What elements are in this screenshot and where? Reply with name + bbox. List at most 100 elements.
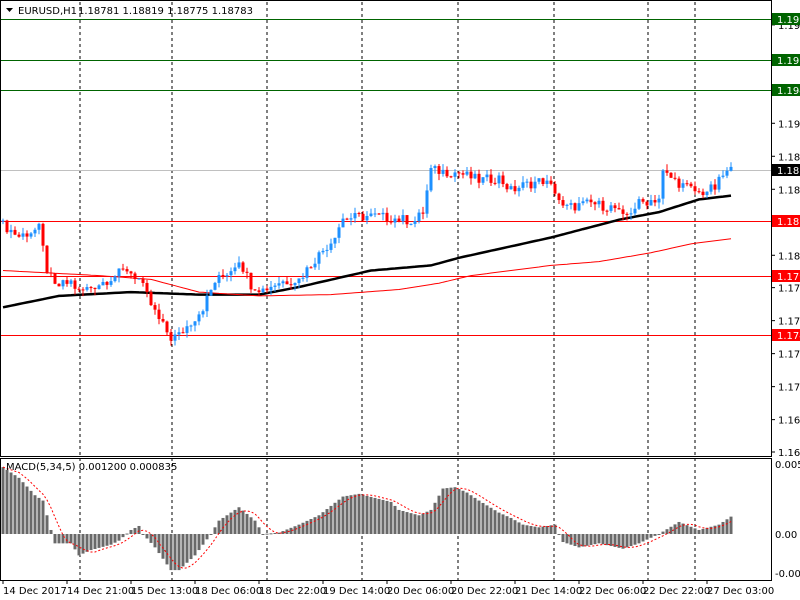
candle-body [105, 281, 109, 285]
candle-body [533, 181, 537, 189]
macd-bar [337, 499, 341, 534]
candle-body [249, 272, 253, 290]
time-tick-label: 22 Dec 06:00 [579, 586, 646, 597]
macd-bar [165, 534, 169, 565]
macd-bar [633, 534, 637, 545]
macd-bar [637, 534, 641, 544]
candle-body [1, 220, 5, 222]
candle-body [189, 325, 193, 327]
macd-bar [405, 512, 409, 534]
price-tick-label: 1.17595 [778, 317, 800, 328]
candle-body [601, 200, 605, 211]
candle-body [485, 174, 489, 178]
candle-body [53, 273, 57, 284]
candle-body [605, 210, 609, 212]
candle-body [613, 205, 617, 209]
candle-body [373, 213, 377, 215]
price-tick-label: 1.18890 [778, 152, 800, 163]
macd-bar [301, 522, 305, 534]
macd-bar [141, 534, 145, 535]
macd-bar [493, 510, 497, 534]
macd-bar [597, 534, 601, 544]
time-tick-label: 27 Dec 03:00 [707, 586, 774, 597]
candle-body [185, 326, 189, 333]
macd-bar [69, 534, 73, 544]
macd-bar [273, 532, 277, 534]
macd-bar [325, 509, 329, 534]
macd-bar [49, 529, 53, 534]
candle-body [581, 201, 585, 204]
candle-body [553, 183, 557, 194]
candle-body [397, 218, 401, 222]
price-tick-label: 1.18630 [778, 185, 800, 196]
candle-body [197, 314, 201, 322]
price-chart[interactable]: 1.199251.191501.188901.186301.181101.178… [0, 0, 800, 600]
candle-body [489, 174, 493, 183]
candle-body [157, 309, 161, 320]
macd-bar [417, 515, 421, 534]
candle-body [709, 184, 713, 192]
time-tick-label: 18 Dec 06:00 [195, 586, 262, 597]
macd-bar [93, 534, 97, 549]
candle-body [293, 283, 297, 286]
candle-body [289, 284, 293, 286]
macd-axis-top: 0.005236 [775, 460, 800, 471]
candle-body [233, 267, 237, 272]
time-tick-label: 20 Dec 06:00 [387, 586, 454, 597]
macd-bar [729, 516, 733, 534]
macd-bar [201, 534, 205, 545]
candle-body [537, 178, 541, 182]
candle-body [649, 200, 653, 206]
candle-body [125, 269, 129, 272]
candle-body [401, 215, 405, 222]
resistance-price-tag-label: 1.19650 [777, 56, 800, 67]
price-tick-label: 1.19150 [778, 119, 800, 130]
candle-body [433, 166, 437, 169]
time-tick-label: 15 Dec 13:00 [131, 586, 198, 597]
macd-bar [109, 534, 113, 545]
candle-body [325, 249, 329, 251]
macd-bar [241, 510, 245, 534]
macd-bar [497, 512, 501, 534]
macd-bar [129, 529, 133, 534]
macd-bar [125, 533, 129, 535]
macd-bar [537, 527, 541, 534]
candle-body [153, 305, 157, 310]
macd-bar [541, 526, 545, 534]
macd-bar [533, 526, 537, 534]
price-tick-label: 1.16815 [778, 416, 800, 427]
candle-body [509, 186, 513, 190]
candle-body [85, 287, 89, 290]
macd-bar [645, 534, 649, 540]
candle-body [429, 168, 433, 191]
macd-bar [601, 534, 605, 545]
candle-body [337, 227, 341, 238]
macd-bar [321, 512, 325, 534]
macd-bar [29, 490, 33, 534]
candle-body [689, 183, 693, 187]
candle-body [213, 282, 217, 290]
candle-body [29, 233, 33, 237]
candle-body [177, 332, 181, 335]
chart-header[interactable]: EURUSD,H1 1.18781 1.18819 1.18775 1.1878… [6, 6, 253, 17]
macd-bar [269, 533, 273, 535]
candle-body [45, 245, 49, 273]
candle-body [637, 199, 641, 209]
macd-bar [137, 525, 141, 534]
candle-body [449, 176, 453, 178]
candle-body [257, 290, 261, 293]
candle-body [269, 286, 273, 291]
candle-body [129, 271, 133, 274]
macd-bar [333, 502, 337, 534]
candle-body [329, 243, 333, 250]
candle-body [657, 198, 661, 203]
candle-body [313, 263, 317, 268]
candle-body [5, 220, 9, 233]
macd-bar [173, 534, 177, 571]
candle-body [273, 285, 277, 287]
candle-body [165, 321, 169, 333]
candle-body [381, 212, 385, 215]
candle-body [669, 172, 673, 178]
candle-body [577, 203, 581, 211]
candle-body [445, 169, 449, 177]
